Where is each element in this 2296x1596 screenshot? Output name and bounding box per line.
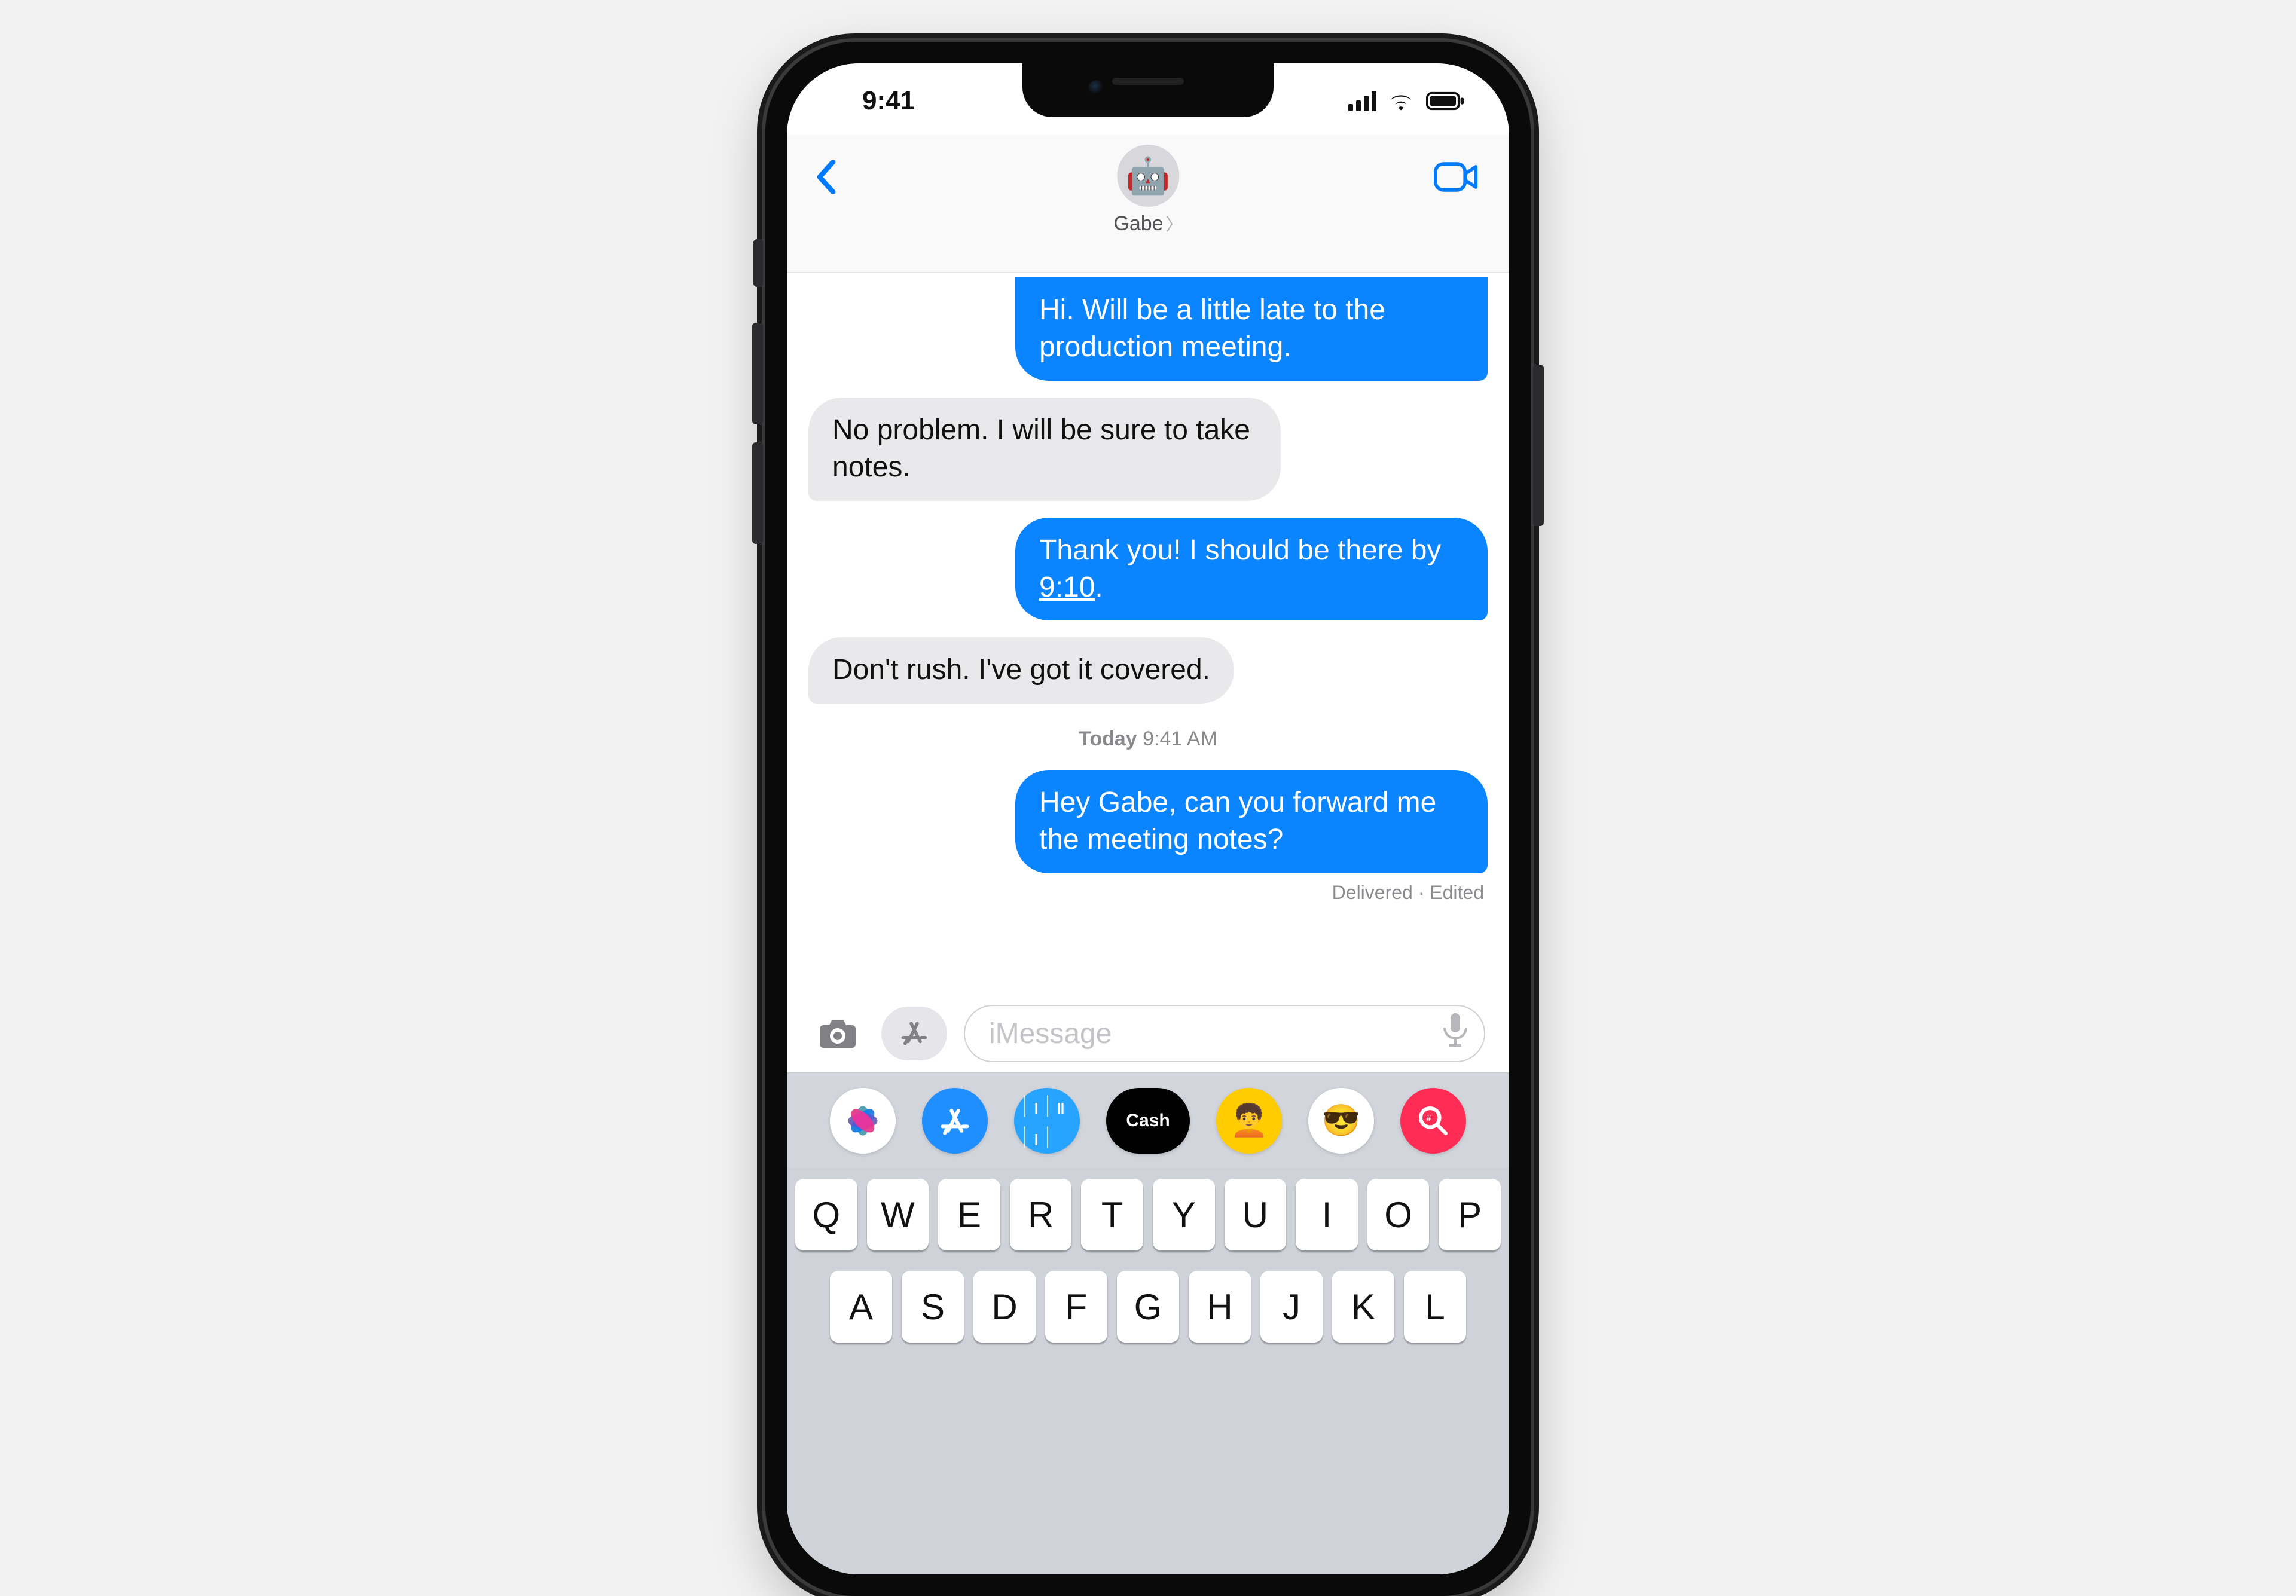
speaker-grill (1112, 78, 1184, 85)
compose-bar: iMessage (787, 995, 1509, 1072)
svg-text:#: # (1427, 1113, 1431, 1123)
contact-avatar: 🤖 (1117, 145, 1179, 207)
chevron-right-icon: 〉 (1166, 212, 1183, 236)
keyboard-row-1: QWERTYUIOP (795, 1179, 1501, 1250)
power-button (1533, 365, 1544, 526)
message-sent[interactable]: Thank you! I should be there by 9:10. (1015, 518, 1488, 621)
key-t[interactable]: T (1081, 1179, 1143, 1250)
key-k[interactable]: K (1332, 1271, 1394, 1343)
status-time: 9:41 (829, 82, 948, 116)
delivery-status: Delivered · Edited (1332, 882, 1488, 904)
message-sent[interactable]: Hey Gabe, can you forward me the meeting… (1015, 770, 1488, 873)
camera-button[interactable] (811, 1007, 865, 1060)
silence-switch (753, 239, 763, 287)
message-text: Don't rush. I've got it covered. (832, 654, 1210, 686)
key-y[interactable]: Y (1153, 1179, 1215, 1250)
key-i[interactable]: I (1296, 1179, 1358, 1250)
timestamp-time: 9:41 AM (1143, 727, 1217, 750)
back-button[interactable] (808, 159, 844, 195)
key-h[interactable]: H (1189, 1271, 1251, 1343)
contact-details-button[interactable]: 🤖 Gabe 〉 (1113, 145, 1182, 236)
imessage-app-drawer: ｜ı｜ıı｜ı｜ Cash 🧑‍🦱 😎 # (787, 1072, 1509, 1168)
dictation-button[interactable] (1443, 1013, 1467, 1054)
front-camera (1088, 80, 1105, 97)
cellular-signal-icon (1348, 91, 1376, 111)
status-indicators (1348, 87, 1467, 111)
key-o[interactable]: O (1367, 1179, 1430, 1250)
key-a[interactable]: A (830, 1271, 892, 1343)
key-g[interactable]: G (1117, 1271, 1179, 1343)
key-f[interactable]: F (1045, 1271, 1107, 1343)
key-s[interactable]: S (902, 1271, 964, 1343)
phone-frame: 9:41 🤖 (765, 42, 1531, 1596)
key-q[interactable]: Q (795, 1179, 857, 1250)
key-u[interactable]: U (1225, 1179, 1287, 1250)
avatar-memoji: 🤖 (1126, 155, 1171, 197)
keyboard: QWERTYUIOP ASDFGHJKL (787, 1168, 1509, 1574)
memoji-app-icon[interactable]: 🧑‍🦱 (1216, 1088, 1282, 1154)
message-received[interactable]: Don't rush. I've got it covered. (808, 637, 1234, 703)
key-p[interactable]: P (1439, 1179, 1501, 1250)
timestamp-divider: Today 9:41 AM (1079, 720, 1217, 753)
facetime-button[interactable] (1433, 159, 1480, 195)
app-drawer-toggle[interactable] (881, 1007, 947, 1060)
message-text: Hi. Will be a little late to the product… (1039, 294, 1385, 363)
timestamp-day: Today (1079, 727, 1137, 750)
message-text: No problem. I will be sure to take notes… (832, 414, 1250, 483)
key-r[interactable]: R (1010, 1179, 1072, 1250)
key-w[interactable]: W (867, 1179, 929, 1250)
message-thread[interactable]: Hi. Will be a little late to the product… (787, 273, 1509, 995)
battery-icon (1425, 91, 1467, 111)
memoji-stickers-app-icon[interactable]: 😎 (1308, 1088, 1374, 1154)
conversation-header: 🤖 Gabe 〉 (787, 135, 1509, 273)
apple-cash-app-icon[interactable]: Cash (1106, 1088, 1190, 1154)
key-j[interactable]: J (1260, 1271, 1323, 1343)
waveform-icon: ｜ı｜ıı｜ı｜ (1014, 1090, 1080, 1152)
keyboard-row-2: ASDFGHJKL (795, 1271, 1501, 1343)
message-received[interactable]: No problem. I will be sure to take notes… (808, 398, 1281, 501)
audio-message-app-icon[interactable]: ｜ı｜ıı｜ı｜ (1014, 1088, 1080, 1154)
key-l[interactable]: L (1404, 1271, 1466, 1343)
message-text: Thank you! I should be there by 9:10. (1039, 534, 1441, 603)
input-placeholder: iMessage (989, 1017, 1112, 1050)
hashtag-images-app-icon[interactable]: # (1400, 1088, 1466, 1154)
message-sent[interactable]: Hi. Will be a little late to the product… (1015, 277, 1488, 381)
cash-label: Cash (1126, 1111, 1170, 1131)
photos-app-icon[interactable] (830, 1088, 896, 1154)
volume-up-button (752, 323, 763, 424)
screen: 9:41 🤖 (787, 63, 1509, 1574)
memoji-face-icon: 🧑‍🦱 (1230, 1102, 1269, 1139)
wifi-icon (1387, 91, 1415, 111)
message-input[interactable]: iMessage (964, 1005, 1485, 1062)
contact-name: Gabe (1113, 212, 1163, 236)
key-e[interactable]: E (938, 1179, 1000, 1250)
appstore-app-icon[interactable] (922, 1088, 988, 1154)
notch (1022, 63, 1274, 117)
key-d[interactable]: D (973, 1271, 1036, 1343)
message-text: Hey Gabe, can you forward me the meeting… (1039, 787, 1436, 855)
memoji-sticker-icon: 😎 (1322, 1102, 1361, 1139)
volume-down-button (752, 442, 763, 544)
